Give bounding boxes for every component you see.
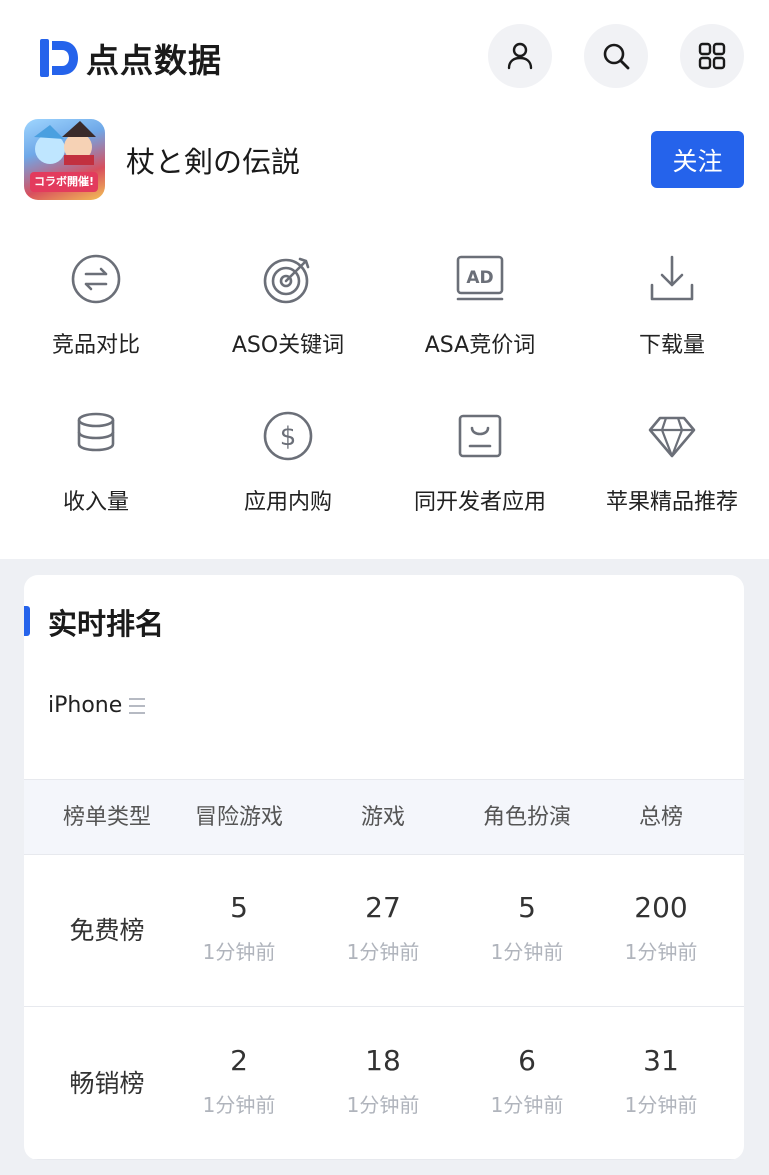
feature-aso-keywords[interactable]: ASO关键词 bbox=[192, 253, 384, 359]
rank-cell: 6 1分钟前 bbox=[455, 1044, 599, 1118]
rank-value: 2 bbox=[230, 1044, 248, 1077]
app-icon-badge: コラボ開催! bbox=[30, 172, 98, 192]
user-icon bbox=[507, 42, 533, 70]
feature-same-developer-apps[interactable]: 同开发者应用 bbox=[384, 410, 576, 516]
svg-text:AD: AD bbox=[466, 268, 493, 288]
rank-time: 1分钟前 bbox=[202, 940, 276, 964]
brand-name: 点点数据 bbox=[86, 41, 222, 80]
diamond-icon bbox=[648, 416, 696, 458]
app-icon[interactable]: コラボ開催! bbox=[24, 119, 105, 200]
row-label: 免费榜 bbox=[69, 916, 145, 945]
brand-logo[interactable]: 点点数据 bbox=[38, 34, 222, 82]
feature-in-app-purchase[interactable]: $ 应用内购 bbox=[192, 410, 384, 516]
feature-label: 应用内购 bbox=[243, 490, 332, 515]
menu-lines-icon bbox=[129, 697, 146, 714]
header-adventure: 冒险游戏 bbox=[194, 805, 283, 830]
app-header: コラボ開催! 杖と剣の伝説 关注 bbox=[0, 112, 769, 215]
feature-grid: 竞品对比 ASO关键词 AD ASA竞价词 下载量 收入量 $ 应用内购 同开发… bbox=[0, 215, 769, 559]
table-row-free[interactable]: 免费榜 5 1分钟前 27 1分钟前 5 1分钟前 200 1分钟前 bbox=[24, 855, 744, 1007]
header-overall: 总榜 bbox=[638, 805, 683, 830]
logo-mark-icon bbox=[40, 39, 78, 77]
feature-asa-bid-words[interactable]: AD ASA竞价词 bbox=[384, 253, 576, 359]
feature-label: ASA竞价词 bbox=[424, 333, 536, 358]
rank-time: 1分钟前 bbox=[624, 940, 698, 964]
rank-time: 1分钟前 bbox=[346, 940, 420, 964]
feature-label: 竞品对比 bbox=[51, 333, 140, 358]
top-bar: 点点数据 bbox=[0, 0, 769, 112]
header-games: 游戏 bbox=[360, 805, 405, 830]
device-label: iPhone bbox=[48, 693, 123, 718]
realtime-ranking-card: 实时排名 iPhone 榜单类型 冒险游戏 游戏 角色扮演 总榜 免费榜 5 1… bbox=[24, 575, 744, 1160]
feature-label: ASO关键词 bbox=[231, 333, 345, 358]
search-button[interactable] bbox=[584, 24, 648, 88]
rank-value: 5 bbox=[518, 891, 536, 924]
device-selector[interactable]: iPhone bbox=[48, 693, 146, 718]
coins-icon bbox=[77, 412, 115, 452]
rank-cell: 18 1分钟前 bbox=[311, 1044, 455, 1118]
feature-revenue[interactable]: 收入量 bbox=[0, 410, 192, 516]
row-label: 畅销榜 bbox=[69, 1069, 145, 1098]
ranking-table-header: 榜单类型 冒险游戏 游戏 角色扮演 总榜 bbox=[24, 779, 744, 855]
feature-label: 收入量 bbox=[62, 490, 129, 515]
apps-menu-button[interactable] bbox=[680, 24, 744, 88]
section-title: 实时排名 bbox=[48, 607, 165, 641]
rank-cell: 5 1分钟前 bbox=[455, 891, 599, 965]
rank-time: 1分钟前 bbox=[490, 1093, 564, 1117]
grid-menu-icon bbox=[698, 42, 726, 70]
target-icon bbox=[263, 257, 310, 304]
user-button[interactable] bbox=[488, 24, 552, 88]
rank-value: 200 bbox=[634, 891, 688, 924]
rank-time: 1分钟前 bbox=[624, 1093, 698, 1117]
feature-label: 下载量 bbox=[638, 333, 705, 358]
rank-value: 31 bbox=[643, 1044, 679, 1077]
feature-apple-featured[interactable]: 苹果精品推荐 bbox=[576, 410, 768, 516]
rank-time: 1分钟前 bbox=[202, 1093, 276, 1117]
feature-downloads[interactable]: 下载量 bbox=[576, 253, 768, 359]
rank-value: 18 bbox=[365, 1044, 401, 1077]
table-row-grossing[interactable]: 畅销榜 2 1分钟前 18 1分钟前 6 1分钟前 31 1分钟前 bbox=[24, 1008, 744, 1160]
svg-text:$: $ bbox=[280, 422, 297, 452]
rank-cell: 5 1分钟前 bbox=[167, 891, 311, 965]
ad-icon: AD bbox=[456, 255, 504, 301]
rank-cell: 27 1分钟前 bbox=[311, 891, 455, 965]
rank-time: 1分钟前 bbox=[346, 1093, 420, 1117]
rank-value: 6 bbox=[518, 1044, 536, 1077]
header-list-type: 榜单类型 bbox=[62, 805, 151, 830]
rank-value: 27 bbox=[365, 891, 401, 924]
rank-cell: 200 1分钟前 bbox=[589, 891, 733, 965]
download-icon bbox=[650, 255, 694, 301]
app-name: 杖と剣の伝説 bbox=[126, 145, 301, 179]
dollar-icon: $ bbox=[263, 411, 313, 461]
search-icon bbox=[603, 43, 630, 70]
rank-value: 5 bbox=[230, 891, 248, 924]
compare-icon bbox=[71, 254, 121, 304]
feature-label: 同开发者应用 bbox=[413, 490, 546, 515]
rank-time: 1分钟前 bbox=[490, 940, 564, 964]
bag-icon bbox=[458, 414, 502, 458]
title-accent-bar bbox=[24, 606, 30, 636]
rank-cell: 2 1分钟前 bbox=[167, 1044, 311, 1118]
header-rpg: 角色扮演 bbox=[482, 805, 571, 830]
feature-compare[interactable]: 竞品对比 bbox=[0, 253, 192, 359]
feature-label: 苹果精品推荐 bbox=[605, 490, 738, 515]
rank-cell: 31 1分钟前 bbox=[589, 1044, 733, 1118]
follow-button[interactable]: 关注 bbox=[651, 131, 744, 188]
